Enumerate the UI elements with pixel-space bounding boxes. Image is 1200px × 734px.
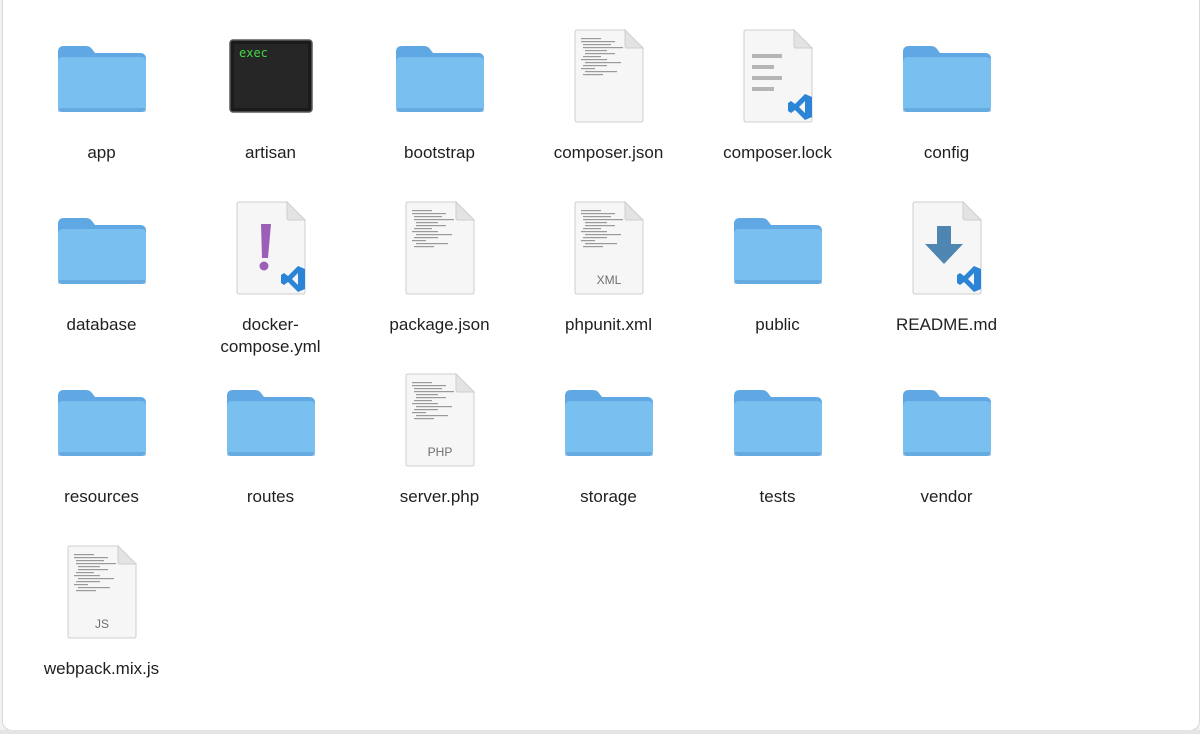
file-item-routes[interactable]: routes	[186, 368, 355, 540]
file-name-label: bootstrap	[404, 143, 475, 162]
xml-document-icon: XML	[557, 196, 661, 300]
file-name-label: docker-compose.yml	[220, 315, 321, 356]
file-name-label: composer.json	[553, 143, 664, 162]
file-name-label: phpunit.xml	[565, 315, 652, 334]
file-item-tests[interactable]: tests	[693, 368, 862, 540]
file-item-database[interactable]: database	[17, 196, 186, 368]
file-item-composer-json[interactable]: composer.json	[524, 24, 693, 196]
file-item-bootstrap[interactable]: bootstrap	[355, 24, 524, 196]
file-name-label: resources	[64, 487, 139, 506]
markdown-document-icon	[895, 196, 999, 300]
text-document-icon	[388, 196, 492, 300]
file-item-readme-md[interactable]: README.md	[862, 196, 1031, 368]
svg-text:JS: JS	[94, 617, 108, 631]
folder-icon	[388, 24, 492, 128]
file-name-label: vendor	[920, 487, 973, 506]
folder-icon	[726, 368, 830, 472]
file-name-label: config	[923, 143, 970, 162]
file-item-vendor[interactable]: vendor	[862, 368, 1031, 540]
file-item-resources[interactable]: resources	[17, 368, 186, 540]
folder-icon	[50, 24, 154, 128]
file-name-label: database	[66, 315, 137, 334]
js-document-icon: JS	[50, 540, 154, 644]
file-item-webpack-mix-js[interactable]: JS webpack.mix.js	[17, 540, 186, 712]
file-name-label: routes	[246, 487, 295, 506]
file-name-label: README.md	[895, 315, 998, 334]
file-name-label: composer.lock	[723, 143, 832, 162]
file-item-app[interactable]: app	[17, 24, 186, 196]
folder-icon	[50, 368, 154, 472]
file-name-label: storage	[580, 487, 637, 506]
vscode-document-icon	[726, 24, 830, 128]
window-bottom-edge	[0, 730, 1200, 734]
file-item-package-json[interactable]: package.json	[355, 196, 524, 368]
folder-icon	[895, 24, 999, 128]
yaml-document-icon	[219, 196, 323, 300]
folder-icon	[219, 368, 323, 472]
file-item-config[interactable]: config	[862, 24, 1031, 196]
file-name-label: webpack.mix.js	[43, 659, 160, 678]
file-name-label: app	[87, 143, 116, 162]
file-name-label: public	[755, 315, 800, 334]
php-document-icon: PHP	[388, 368, 492, 472]
file-name-label: server.php	[399, 487, 480, 506]
file-name-label: artisan	[244, 143, 297, 162]
folder-icon	[557, 368, 661, 472]
file-name-label: package.json	[389, 315, 490, 334]
file-name-label: tests	[759, 487, 796, 506]
file-item-docker-compose-yml[interactable]: docker-compose.yml	[186, 196, 355, 368]
folder-icon	[726, 196, 830, 300]
file-item-composer-lock[interactable]: composer.lock	[693, 24, 862, 196]
file-item-storage[interactable]: storage	[524, 368, 693, 540]
finder-window: app exec artisan bootstrap composer.json…	[2, 0, 1200, 731]
file-item-public[interactable]: public	[693, 196, 862, 368]
terminal-exec-icon: exec	[219, 24, 323, 128]
icon-grid: app exec artisan bootstrap composer.json…	[17, 24, 1031, 712]
text-document-icon	[557, 24, 661, 128]
folder-icon	[895, 368, 999, 472]
svg-text:exec: exec	[239, 46, 268, 60]
folder-icon	[50, 196, 154, 300]
file-item-server-php[interactable]: PHP server.php	[355, 368, 524, 540]
file-item-phpunit-xml[interactable]: XML phpunit.xml	[524, 196, 693, 368]
file-item-artisan[interactable]: exec artisan	[186, 24, 355, 196]
svg-text:XML: XML	[596, 273, 621, 287]
svg-text:PHP: PHP	[427, 445, 452, 459]
